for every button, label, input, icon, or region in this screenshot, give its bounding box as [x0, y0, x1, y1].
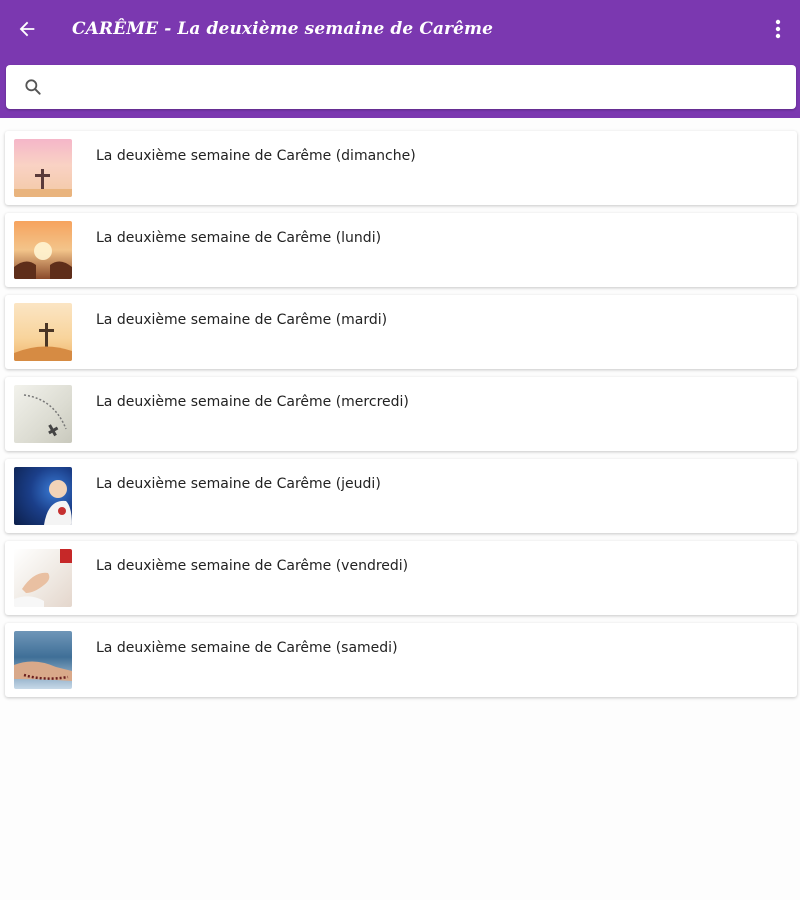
rosary-image: [14, 385, 72, 443]
back-button[interactable]: [14, 16, 40, 42]
list-item-label: La deuxième semaine de Carême (vendredi): [96, 558, 409, 574]
list-item-jeudi[interactable]: La deuxième semaine de Carême (jeudi): [5, 459, 797, 533]
search-icon: [22, 76, 44, 98]
praying-hands-image: [14, 549, 72, 607]
list-item-lundi[interactable]: La deuxième semaine de Carême (lundi): [5, 213, 797, 287]
app-bar: CARÊME - La deuxième semaine de Carême: [0, 0, 800, 118]
pope-image: [14, 467, 72, 525]
list-item-mercredi[interactable]: La deuxième semaine de Carême (mercredi): [5, 377, 797, 451]
arrow-left-icon: [19, 21, 35, 37]
overflow-menu-button[interactable]: [766, 14, 790, 44]
hands-sunrise-image: [14, 221, 72, 279]
list-item-label: La deuxième semaine de Carême (dimanche): [96, 148, 416, 164]
search-bar: [6, 65, 796, 109]
cross-sunset-image: [14, 139, 72, 197]
list-item-vendredi[interactable]: La deuxième semaine de Carême (vendredi): [5, 541, 797, 615]
week-list: La deuxième semaine de Carême (dimanche)…: [5, 131, 797, 705]
page-title: CARÊME - La deuxième semaine de Carême: [72, 19, 494, 39]
toolbar: CARÊME - La deuxième semaine de Carême: [0, 0, 800, 58]
list-item-label: La deuxième semaine de Carême (lundi): [96, 230, 382, 246]
rosary-hands-image: [14, 631, 72, 689]
list-item-dimanche[interactable]: La deuxième semaine de Carême (dimanche): [5, 131, 797, 205]
search-input[interactable]: [54, 66, 796, 108]
list-item-label: La deuxième semaine de Carême (jeudi): [96, 476, 381, 492]
cross-hill-image: [14, 303, 72, 361]
list-item-samedi[interactable]: La deuxième semaine de Carême (samedi): [5, 623, 797, 697]
list-item-label: La deuxième semaine de Carême (samedi): [96, 640, 398, 656]
list-item-label: La deuxième semaine de Carême (mercredi): [96, 394, 409, 410]
list-item-label: La deuxième semaine de Carême (mardi): [96, 312, 388, 328]
list-item-mardi[interactable]: La deuxième semaine de Carême (mardi): [5, 295, 797, 369]
more-vert-icon: [775, 19, 781, 39]
